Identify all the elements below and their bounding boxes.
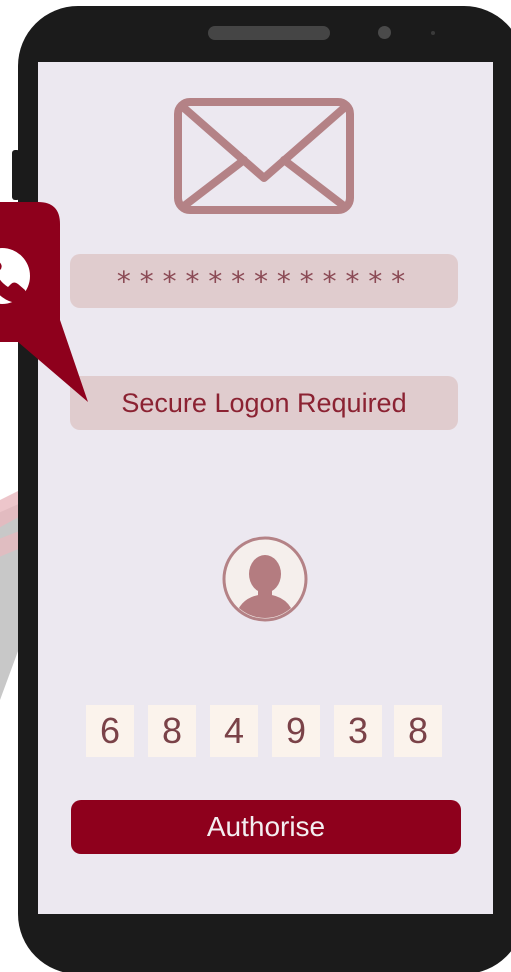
secure-logon-message: Secure Logon Required xyxy=(70,376,458,430)
phone-call-icon xyxy=(0,202,88,402)
otp-digit: 8 xyxy=(148,705,196,757)
otp-code: 6 8 4 9 3 8 xyxy=(86,705,442,757)
authorise-button[interactable]: Authorise xyxy=(71,800,461,854)
otp-digit: 9 xyxy=(272,705,320,757)
envelope-icon xyxy=(174,98,354,214)
user-avatar-icon xyxy=(222,536,308,622)
phone-camera xyxy=(378,26,391,39)
illustration-stage: ************* Secure Logon Required 6 8 … xyxy=(0,0,511,972)
otp-digit: 8 xyxy=(394,705,442,757)
otp-digit: 4 xyxy=(210,705,258,757)
phone-sensor xyxy=(431,31,435,35)
otp-digit: 3 xyxy=(334,705,382,757)
password-field[interactable]: ************* xyxy=(70,254,458,308)
otp-digit: 6 xyxy=(86,705,134,757)
phone-speaker xyxy=(208,26,330,40)
